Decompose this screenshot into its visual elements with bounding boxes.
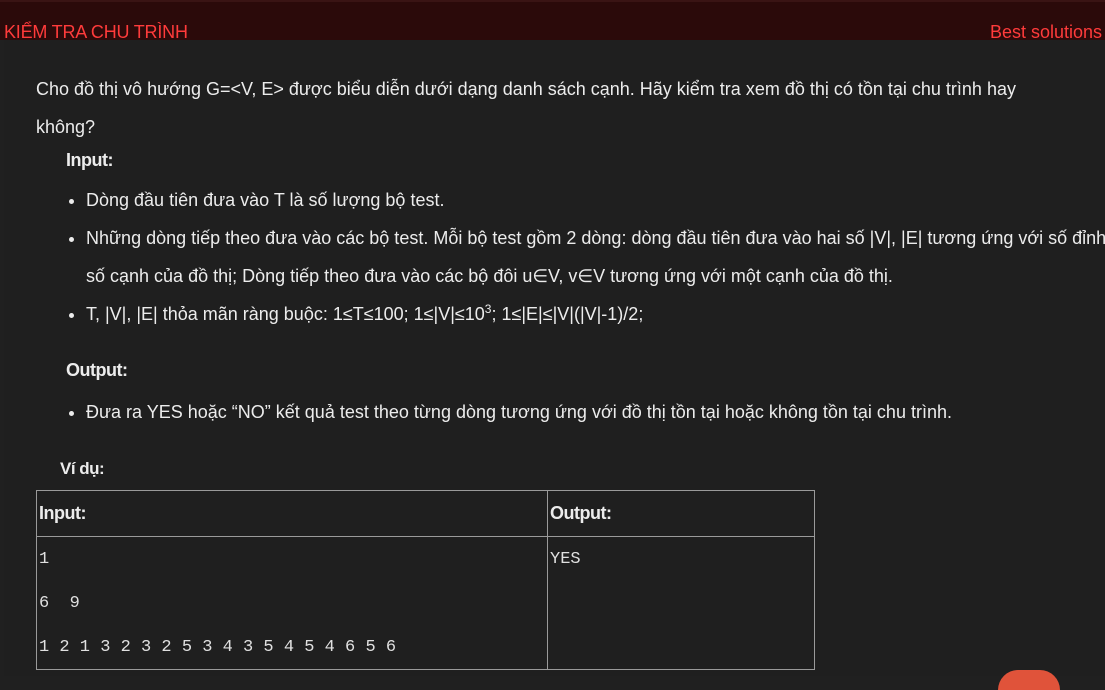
- example-input-cell: 1 6 9 1 2 1 3 2 3 2 5 3 4 3 5 4 5 4 6 5 …: [36, 536, 548, 670]
- problem-content: Cho đồ thị vô hướng G=<V, E> được biểu d…: [4, 40, 1105, 676]
- input-heading: Input:: [66, 150, 113, 170]
- output-heading: Output:: [66, 360, 128, 380]
- example-heading: Ví dụ:: [60, 459, 105, 478]
- example-input-line: 6 9: [39, 594, 80, 613]
- output-item: Đưa ra YES hoặc “NO” kết quả test theo t…: [86, 393, 1105, 431]
- input-item: Những dòng tiếp theo đưa vào các bộ test…: [86, 219, 1105, 295]
- constraint-text-end: ; 1≤|E|≤|V|(|V|-1)/2;: [491, 304, 644, 324]
- title-bar: KIỂM TRA CHU TRÌNH Best solutions: [0, 0, 1105, 42]
- problem-intro: Cho đồ thị vô hướng G=<V, E> được biểu d…: [36, 79, 1016, 137]
- example-input-line: 1 2 1 3 2 3 2 5 3 4 3 5 4 5 4 6 5 6: [39, 638, 397, 657]
- example-output-cell: YES: [547, 536, 815, 670]
- example-output-line: YES: [550, 550, 581, 569]
- example-output-header: Output:: [547, 490, 815, 537]
- input-list: Dòng đầu tiên đưa vào T là số lượng bộ t…: [66, 181, 1105, 333]
- example-input-line: 1: [39, 550, 50, 569]
- example-input-header: Input:: [36, 490, 548, 537]
- floating-widget-edge[interactable]: [998, 670, 1060, 690]
- output-list: Đưa ra YES hoặc “NO” kết quả test theo t…: [66, 393, 1105, 431]
- example-table: Input: Output: 1 6 9 1 2 1 3 2 3 2 5 3 4…: [36, 490, 815, 670]
- input-item: Dòng đầu tiên đưa vào T là số lượng bộ t…: [86, 181, 1105, 219]
- constraint-item: T, |V|, |E| thỏa mãn ràng buộc: 1≤T≤100;…: [86, 295, 1105, 333]
- constraint-text: T, |V|, |E| thỏa mãn ràng buộc: 1≤T≤100;…: [86, 304, 485, 324]
